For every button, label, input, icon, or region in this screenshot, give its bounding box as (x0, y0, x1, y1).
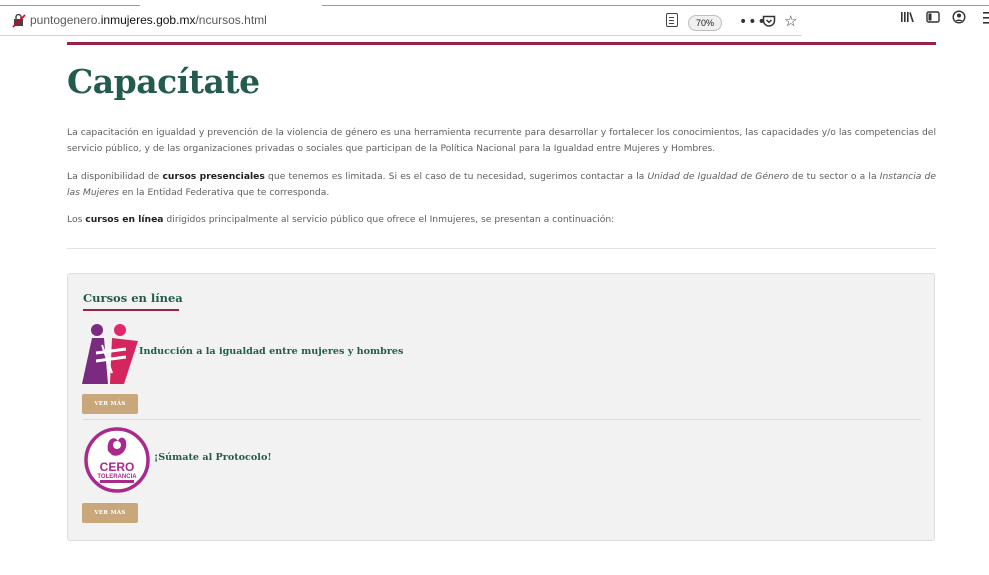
url-path: /ncursos.html (195, 13, 267, 27)
page-title: Capacítate (67, 62, 260, 101)
pocket-icon[interactable] (762, 15, 776, 28)
url-prefix: puntogenero. (30, 13, 101, 27)
intro-paragraph: La capacitación en igualdad y prevención… (67, 127, 936, 154)
online-courses-heading: Cursos en línea (83, 291, 183, 305)
sidebar-icon[interactable] (926, 11, 940, 23)
address-bar[interactable]: puntogenero.inmujeres.gob.mx/ncursos.htm… (0, 6, 802, 36)
ver-mas-button-1[interactable]: VER MÁS (82, 394, 138, 414)
url-domain: inmujeres.gob.mx (100, 13, 196, 27)
heading-underline (83, 309, 179, 311)
logo-text-cero: CERO (100, 460, 135, 474)
logo-text-tolerancia: TOLERANCIA (97, 474, 137, 480)
insecure-connection-icon[interactable] (12, 14, 26, 28)
address-bar-border (0, 35, 802, 36)
in-person-courses-paragraph: La disponibilidad de cursos presenciales… (67, 171, 937, 198)
course-separator (83, 419, 921, 420)
bookmark-star-icon[interactable]: ☆ (784, 12, 797, 30)
zoom-level-badge[interactable]: 70% (688, 15, 722, 31)
header-accent-rule (67, 42, 936, 45)
online-courses-paragraph: Los cursos en línea dirigidos principalm… (67, 214, 615, 225)
online-courses-panel: Cursos en línea Inducción a la igualdad … (67, 273, 935, 541)
url-text[interactable]: puntogenero.inmujeres.gob.mx/ncursos.htm… (30, 13, 267, 27)
gender-equality-logo[interactable] (82, 323, 138, 385)
course-title-1[interactable]: Inducción a la igualdad entre mujeres y … (139, 346, 403, 357)
menu-icon[interactable] (983, 11, 989, 25)
section-divider (67, 248, 936, 249)
library-icon[interactable] (900, 11, 914, 23)
course-title-2[interactable]: ¡Súmate al Protocolo! (154, 452, 272, 463)
reader-view-icon[interactable] (666, 13, 678, 27)
ver-mas-button-2[interactable]: VER MÁS (82, 503, 138, 523)
account-icon[interactable] (952, 10, 966, 24)
cero-tolerancia-logo[interactable]: CERO TOLERANCIA (84, 427, 150, 493)
